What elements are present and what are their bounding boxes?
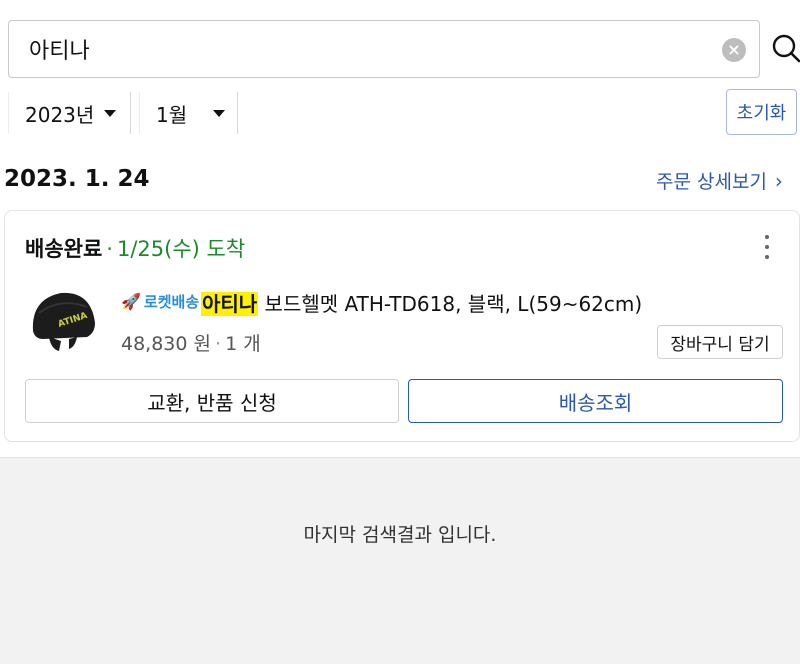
- year-select[interactable]: 2023년: [8, 92, 131, 134]
- status-dot: ·: [106, 237, 113, 261]
- order-detail-link[interactable]: 주문 상세보기 ›: [656, 167, 783, 194]
- top-panel: × 2023년 1월 초기화 2023. 1. 24 주문 상세보기 › 배송완…: [0, 0, 800, 458]
- status-label: 배송완료: [25, 237, 103, 261]
- product-name-highlight: 아티나: [201, 292, 259, 316]
- clear-icon[interactable]: ×: [722, 38, 746, 62]
- end-of-results-message: 마지막 검색결과 입니다.: [303, 524, 497, 546]
- arrival-date: 1/25(수) 도착: [116, 237, 246, 261]
- exchange-return-button[interactable]: 교환, 반품 신청: [25, 379, 399, 423]
- helmet-thumbnail[interactable]: ATINA: [25, 283, 101, 359]
- order-date: 2023. 1. 24: [4, 166, 150, 192]
- delivery-status: 배송완료 · 1/25(수) 도착: [25, 233, 245, 263]
- rocket-icon: 🚀: [121, 292, 141, 311]
- order-card: 배송완료 · 1/25(수) 도착 ATINA 🚀 로켓배송 아티나 보드헬멧 …: [4, 210, 800, 442]
- order-detail-label: 주문 상세보기: [656, 171, 767, 193]
- rocket-badge-label: 로켓배송: [143, 293, 200, 311]
- search-box: ×: [8, 20, 760, 78]
- search-input[interactable]: [29, 29, 709, 69]
- caret-down-icon: [104, 109, 117, 117]
- product-name-rest: 보드헬멧 ATH-TD618, 블랙, L(59~62cm): [258, 292, 643, 316]
- caret-down-icon: [213, 109, 226, 117]
- price-quantity: 48,830 원 · 1 개: [121, 329, 261, 356]
- month-select-label: 1월: [156, 102, 188, 127]
- chevron-right-icon: ›: [774, 168, 783, 193]
- price: 48,830 원: [121, 333, 212, 355]
- reset-button[interactable]: 초기화: [726, 89, 797, 135]
- track-delivery-button[interactable]: 배송조회: [408, 379, 783, 423]
- year-select-label: 2023년: [25, 102, 95, 127]
- rocket-delivery-badge: 🚀 로켓배송: [121, 291, 199, 312]
- search-icon[interactable]: [772, 34, 800, 64]
- product-name[interactable]: 아티나 보드헬멧 ATH-TD618, 블랙, L(59~62cm): [201, 288, 642, 317]
- price-separator: ·: [215, 333, 222, 355]
- month-select[interactable]: 1월: [139, 92, 238, 134]
- add-to-cart-button[interactable]: 장바구니 담기: [657, 325, 783, 359]
- quantity: 1 개: [225, 333, 261, 355]
- more-options-icon[interactable]: [759, 235, 775, 259]
